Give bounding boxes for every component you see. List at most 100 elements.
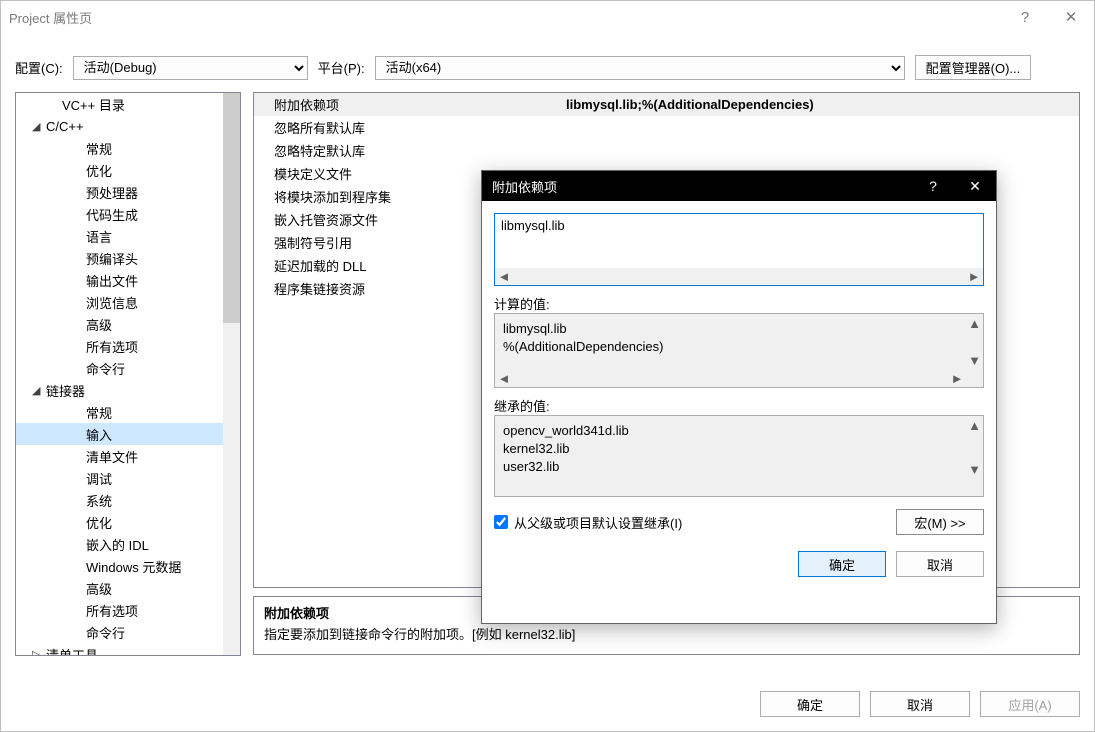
calculated-label: 计算的值: xyxy=(494,294,984,313)
tree-item[interactable]: 所有选项 xyxy=(16,599,240,621)
tree-item-label: 输入 xyxy=(86,425,112,444)
dialog-title: 附加依赖项 xyxy=(492,177,557,196)
dialog-close-icon[interactable]: ✕ xyxy=(954,171,996,201)
tree-item[interactable]: 预编译头 xyxy=(16,247,240,269)
config-select[interactable]: 活动(Debug) xyxy=(73,56,308,80)
calculated-content: libmysql.lib%(AdditionalDependencies) xyxy=(495,314,983,362)
inherited-box: opencv_world341d.libkernel32.libuser32.l… xyxy=(494,415,984,497)
tree-item[interactable]: 常规 xyxy=(16,401,240,423)
inh-vscroll[interactable]: ▲▼ xyxy=(966,416,983,479)
category-tree[interactable]: VC++ 目录◢C/C++常规优化预处理器代码生成语言预编译头输出文件浏览信息高… xyxy=(15,92,241,656)
property-row[interactable]: 附加依赖项libmysql.lib;%(AdditionalDependenci… xyxy=(254,93,1079,116)
tree-item-label: 预处理器 xyxy=(86,183,138,202)
property-value[interactable]: libmysql.lib;%(AdditionalDependencies) xyxy=(560,97,1079,112)
tree-item[interactable]: 优化 xyxy=(16,511,240,533)
scroll-right-icon[interactable]: ► xyxy=(950,371,964,386)
inherited-line: opencv_world341d.lib xyxy=(503,422,963,440)
config-row: 配置(C): 活动(Debug) 平台(P): 活动(x64) 配置管理器(O)… xyxy=(1,33,1094,92)
scroll-down-icon[interactable]: ▼ xyxy=(968,353,981,368)
tree-item[interactable]: 调试 xyxy=(16,467,240,489)
tree-item[interactable]: 命令行 xyxy=(16,621,240,643)
config-label: 配置(C): xyxy=(15,58,63,77)
property-row[interactable]: 忽略特定默认库 xyxy=(254,139,1079,162)
tree-item-label: 命令行 xyxy=(86,359,125,378)
tree-item-label: 输出文件 xyxy=(86,271,138,290)
window-title: Project 属性页 xyxy=(9,8,92,27)
platform-label: 平台(P): xyxy=(318,58,365,77)
tree-item-label: 嵌入的 IDL xyxy=(86,535,149,554)
tree-item[interactable]: ◢链接器 xyxy=(16,379,240,401)
apply-button[interactable]: 应用(A) xyxy=(980,691,1080,717)
ok-button[interactable]: 确定 xyxy=(760,691,860,717)
platform-select[interactable]: 活动(x64) xyxy=(375,56,905,80)
inherited-content: opencv_world341d.libkernel32.libuser32.l… xyxy=(495,416,983,483)
description-text: 指定要添加到链接命令行的附加项。[例如 kernel32.lib] xyxy=(264,624,1069,643)
tree-item-label: 优化 xyxy=(86,161,112,180)
property-name: 忽略所有默认库 xyxy=(254,118,560,137)
tree-item[interactable]: 系统 xyxy=(16,489,240,511)
tree-item[interactable]: 清单文件 xyxy=(16,445,240,467)
tree-item[interactable]: 代码生成 xyxy=(16,203,240,225)
inherited-line: kernel32.lib xyxy=(503,440,963,458)
tree-item[interactable]: 语言 xyxy=(16,225,240,247)
tree-item-label: 预编译头 xyxy=(86,249,138,268)
scroll-up-icon[interactable]: ▲ xyxy=(968,316,981,331)
tree-item[interactable]: 高级 xyxy=(16,313,240,335)
property-row[interactable]: 忽略所有默认库 xyxy=(254,116,1079,139)
calc-vscroll[interactable]: ▲▼ xyxy=(966,314,983,370)
property-name: 附加依赖项 xyxy=(254,95,560,114)
cancel-button[interactable]: 取消 xyxy=(870,691,970,717)
macro-button[interactable]: 宏(M) >> xyxy=(896,509,984,535)
help-icon[interactable]: ? xyxy=(1002,1,1048,33)
tree-item[interactable]: 命令行 xyxy=(16,357,240,379)
tree-item[interactable]: 嵌入的 IDL xyxy=(16,533,240,555)
calc-hscroll[interactable]: ◄► xyxy=(495,370,966,387)
scroll-left-icon[interactable]: ◄ xyxy=(497,269,511,284)
tree-item[interactable]: ▷清单工具 xyxy=(16,643,240,656)
tree-item[interactable]: 所有选项 xyxy=(16,335,240,357)
dialog-options-row: 从父级或项目默认设置继承(I) 宏(M) >> xyxy=(494,509,984,535)
inherit-checkbox[interactable] xyxy=(494,515,508,529)
close-icon[interactable]: ✕ xyxy=(1048,1,1094,33)
tree-item[interactable]: ◢C/C++ xyxy=(16,115,240,137)
scroll-down-icon[interactable]: ▼ xyxy=(968,462,981,477)
tree-item-label: 浏览信息 xyxy=(86,293,138,312)
tree-item[interactable]: 优化 xyxy=(16,159,240,181)
inherit-checkbox-label[interactable]: 从父级或项目默认设置继承(I) xyxy=(494,513,682,532)
tree-item[interactable]: 预处理器 xyxy=(16,181,240,203)
tree-item[interactable]: Windows 元数据 xyxy=(16,555,240,577)
tree-item-label: 高级 xyxy=(86,579,112,598)
tree-scrollbar-thumb[interactable] xyxy=(223,93,240,323)
tree-item[interactable]: 浏览信息 xyxy=(16,291,240,313)
tree-item[interactable]: 输出文件 xyxy=(16,269,240,291)
dialog-window-controls: ? ✕ xyxy=(912,171,996,201)
caret-right-icon[interactable]: ▷ xyxy=(32,648,46,657)
calc-line: %(AdditionalDependencies) xyxy=(503,338,963,356)
deps-input[interactable] xyxy=(495,214,983,268)
tree-item[interactable]: 输入 xyxy=(16,423,240,445)
scroll-right-icon[interactable]: ► xyxy=(967,269,981,284)
scroll-up-icon[interactable]: ▲ xyxy=(968,418,981,433)
config-manager-button[interactable]: 配置管理器(O)... xyxy=(915,55,1032,80)
tree-item-label: 高级 xyxy=(86,315,112,334)
dialog-ok-button[interactable]: 确定 xyxy=(798,551,886,577)
tree-item-label: Windows 元数据 xyxy=(86,557,181,576)
inherit-checkbox-text: 从父级或项目默认设置继承(I) xyxy=(514,513,682,532)
dialog-cancel-button[interactable]: 取消 xyxy=(896,551,984,577)
tree-item[interactable]: 常规 xyxy=(16,137,240,159)
inherited-label: 继承的值: xyxy=(494,396,984,415)
tree-scrollbar[interactable] xyxy=(223,93,240,655)
main-button-row: 确定 取消 应用(A) xyxy=(760,691,1080,717)
tree-item[interactable]: 高级 xyxy=(16,577,240,599)
tree-item-label: 链接器 xyxy=(46,381,85,400)
caret-down-icon[interactable]: ◢ xyxy=(32,384,46,397)
tree-item-label: 调试 xyxy=(86,469,112,488)
caret-down-icon[interactable]: ◢ xyxy=(32,120,46,133)
tree-item-label: 语言 xyxy=(86,227,112,246)
scroll-left-icon[interactable]: ◄ xyxy=(497,371,511,386)
dialog-help-icon[interactable]: ? xyxy=(912,171,954,201)
edit-hscroll[interactable]: ◄► xyxy=(495,268,983,285)
tree-item-label: C/C++ xyxy=(46,119,84,134)
tree-item[interactable]: VC++ 目录 xyxy=(16,93,240,115)
tree-item-label: 常规 xyxy=(86,139,112,158)
